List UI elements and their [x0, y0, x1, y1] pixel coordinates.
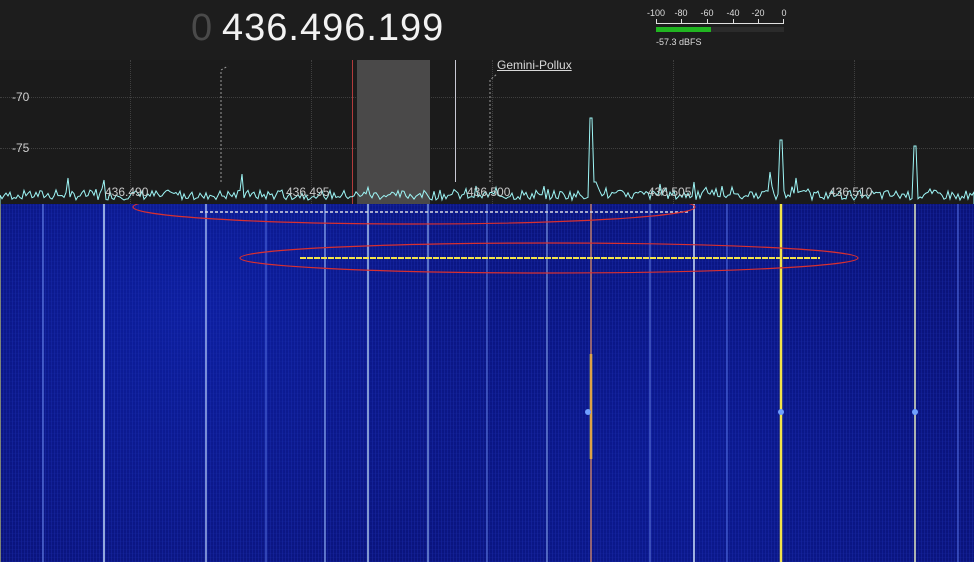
meter-bar-track: [656, 27, 784, 32]
meter-tick: [681, 19, 682, 24]
meter-scale-line: [656, 23, 784, 24]
waterfall-traces: [0, 204, 959, 562]
meter-level-bar: [656, 27, 711, 32]
meter-scale-label: -20: [751, 8, 765, 18]
meter-tick: [733, 19, 734, 24]
frequency-axis-label: 436.500: [467, 185, 511, 199]
spectrum-plot[interactable]: -70 -75 Gemini-Pollux 436.490 436.495 43…: [0, 60, 974, 204]
marker-leader-line: [489, 73, 498, 182]
meter-value-readout: -57.3 dBFS: [656, 37, 702, 47]
frequency-axis-label: 436.510: [829, 185, 873, 199]
frequency-display[interactable]: 436.496.199: [222, 6, 444, 50]
frequency-leading-digit[interactable]: 0: [191, 6, 213, 50]
signal-blob: [778, 409, 784, 415]
meter-scale-label: -80: [674, 8, 688, 18]
signal-blob: [585, 409, 591, 415]
meter-tick: [758, 19, 759, 24]
meter-tick: [656, 19, 657, 24]
marker-leader-line: [220, 65, 229, 182]
meter-scale-label: -40: [726, 8, 740, 18]
meter-scale-label: -60: [700, 8, 714, 18]
frequency-axis-label: 436.495: [286, 185, 330, 199]
satellite-marker-label[interactable]: Gemini-Pollux: [497, 60, 572, 72]
meter-tick: [707, 19, 708, 24]
meter-scale-label: -100: [646, 8, 666, 18]
frequency-axis-label: 436.505: [648, 185, 692, 199]
meter-scale-label: 0: [781, 8, 787, 18]
meter-tick: [783, 19, 784, 24]
spectrum-trace: [0, 65, 974, 204]
highlight-ellipse: [132, 204, 696, 225]
frequency-header: 0 436.496.199 -100 -80 -60 -40 -20 0 -57…: [0, 0, 974, 60]
signal-level-meter: -100 -80 -60 -40 -20 0 -57.3 dBFS: [646, 8, 788, 50]
frequency-axis-label: 436.490: [105, 185, 149, 199]
signal-blob: [912, 409, 918, 415]
waterfall-display[interactable]: [0, 204, 974, 562]
